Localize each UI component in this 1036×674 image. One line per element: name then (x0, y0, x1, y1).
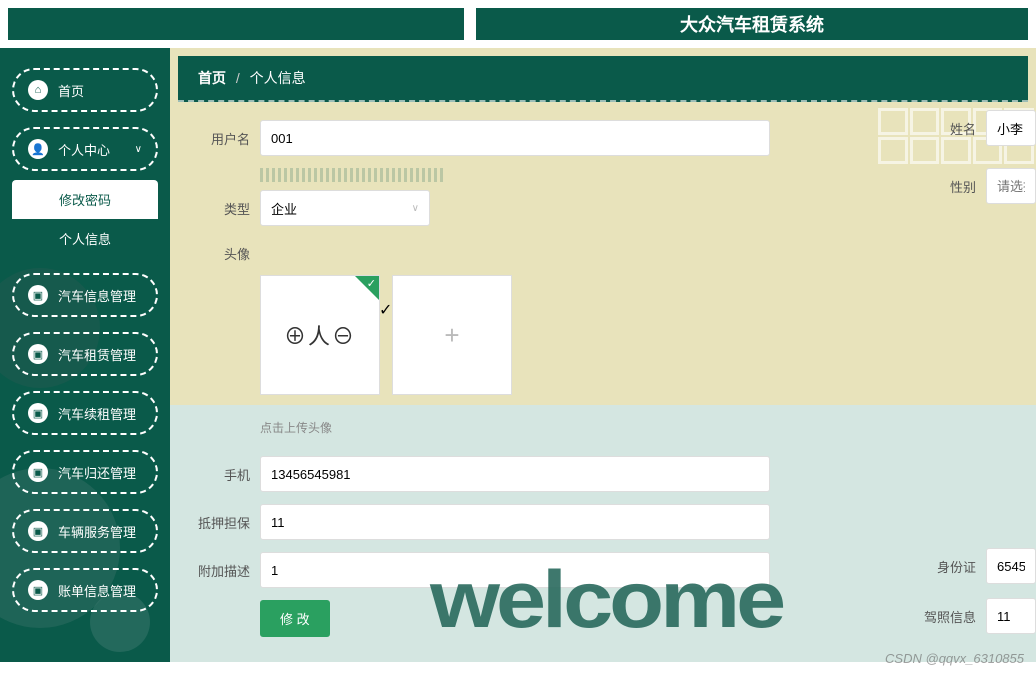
breadcrumb-sep: / (236, 70, 240, 86)
nav-label: 个人中心 (58, 140, 110, 159)
nav-car-renew[interactable]: ▣ 汽车续租管理 (12, 391, 158, 435)
idcard-label: 身份证 (916, 557, 976, 576)
username-input[interactable] (260, 120, 770, 156)
type-value: 企业 (271, 199, 297, 218)
nav-bill-info[interactable]: ▣ 账单信息管理 (12, 568, 158, 612)
desc-input[interactable] (260, 552, 770, 588)
avatar-add-button[interactable]: + (392, 275, 512, 395)
sub-change-password[interactable]: 修改密码 (12, 180, 158, 219)
renew-icon: ▣ (28, 403, 48, 423)
nav-car-info[interactable]: ▣ 汽车信息管理 (12, 273, 158, 317)
nav-car-service[interactable]: ▣ 车辆服务管理 (12, 509, 158, 553)
name-label: 姓名 (916, 119, 976, 138)
type-label: 类型 (190, 199, 250, 218)
nav-label: 车辆服务管理 (58, 522, 136, 541)
nav-car-return[interactable]: ▣ 汽车归还管理 (12, 450, 158, 494)
bill-icon: ▣ (28, 580, 48, 600)
chevron-down-icon: ∨ (412, 203, 419, 214)
breadcrumb-home[interactable]: 首页 (198, 70, 226, 86)
rental-icon: ▣ (28, 344, 48, 364)
submit-button[interactable]: 修 改 (260, 600, 330, 637)
watermark: CSDN @qqvx_6310855 (885, 651, 1024, 666)
avatar-hint: 点击上传头像 (260, 419, 1016, 436)
type-select[interactable]: 企业 ∨ (260, 190, 430, 226)
check-icon: ✓ (367, 277, 376, 290)
avatar-thumb[interactable]: ✓ ⊕人⊖ (260, 275, 380, 395)
name-input[interactable] (986, 110, 1036, 146)
avatar-placeholder-glyph: ⊕人⊖ (284, 319, 356, 351)
sub-personal-info[interactable]: 个人信息 (12, 219, 158, 258)
nav-home[interactable]: ⌂ 首页 (12, 68, 158, 112)
gender-select[interactable] (986, 168, 1036, 204)
nav-car-rental[interactable]: ▣ 汽车租赁管理 (12, 332, 158, 376)
app-title-bar: 大众汽车租赁系统 (474, 6, 1030, 42)
nav-label: 汽车归还管理 (58, 463, 136, 482)
nav-label: 汽车续租管理 (58, 404, 136, 423)
service-icon: ▣ (28, 521, 48, 541)
content-area: 首页 / 个人信息 用户名 姓名 类型 企 (170, 48, 1036, 662)
header-decor-left (6, 6, 466, 42)
sidebar: ⌂ 首页 👤 个人中心 ∨ 修改密码 个人信息 ▣ 汽车信息管理 ▣ 汽车租赁管… (0, 48, 170, 662)
car-icon: ▣ (28, 285, 48, 305)
nav-label: 汽车信息管理 (58, 286, 136, 305)
app-title: 大众汽车租赁系统 (680, 11, 824, 37)
avatar-label: 头像 (190, 238, 250, 263)
license-input[interactable] (986, 598, 1036, 634)
deposit-input[interactable] (260, 504, 770, 540)
nav-label: 汽车租赁管理 (58, 345, 136, 364)
plus-icon: + (444, 320, 459, 351)
license-label: 驾照信息 (916, 607, 976, 626)
idcard-input[interactable] (986, 548, 1036, 584)
return-icon: ▣ (28, 462, 48, 482)
submenu-user-center: 修改密码 个人信息 (12, 180, 158, 258)
phone-input[interactable] (260, 456, 770, 492)
chevron-down-icon: ∨ (135, 144, 142, 155)
phone-label: 手机 (190, 465, 250, 484)
breadcrumb: 首页 / 个人信息 (178, 56, 1028, 102)
user-icon: 👤 (28, 139, 48, 159)
username-label: 用户名 (190, 129, 250, 148)
decor-strip (260, 168, 1016, 182)
deposit-label: 抵押担保 (190, 513, 250, 532)
desc-label: 附加描述 (190, 561, 250, 580)
breadcrumb-current: 个人信息 (250, 70, 306, 86)
nav-label: 账单信息管理 (58, 581, 136, 600)
gender-label: 性别 (916, 177, 976, 196)
nav-label: 首页 (58, 81, 84, 100)
home-icon: ⌂ (28, 80, 48, 100)
nav-user-center[interactable]: 👤 个人中心 ∨ (12, 127, 158, 171)
